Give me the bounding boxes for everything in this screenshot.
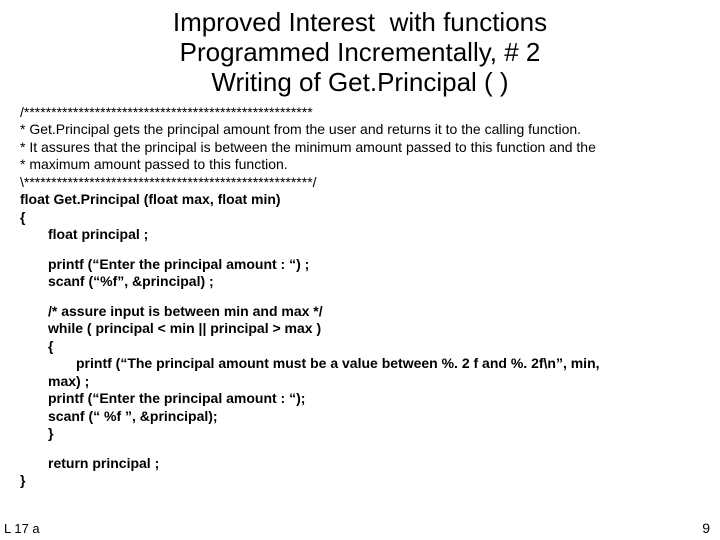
printf-prompt-2: printf (“Enter the principal amount : “)… xyxy=(20,390,700,408)
var-decl: float principal ; xyxy=(20,226,700,244)
printf-error-2: max) ; xyxy=(20,373,700,391)
printf-prompt-1: printf (“Enter the principal amount : “)… xyxy=(20,256,700,274)
brace-open: { xyxy=(20,209,700,227)
return-stmt: return principal ; xyxy=(20,455,700,473)
page-number: 9 xyxy=(702,520,710,536)
while-brace-close: } xyxy=(20,425,700,443)
slide: Improved Interest with functions Program… xyxy=(0,0,720,540)
comment-open: /***************************************… xyxy=(20,104,700,122)
comment-line-3: * maximum amount passed to this function… xyxy=(20,156,700,174)
slide-title: Improved Interest with functions Program… xyxy=(0,0,720,98)
blank-line xyxy=(20,291,700,303)
printf-error-1: printf (“The principal amount must be a … xyxy=(20,355,700,373)
while-header: while ( principal < min || principal > m… xyxy=(20,320,700,338)
title-line-2: Programmed Incrementally, # 2 xyxy=(0,38,720,68)
range-comment: /* assure input is between min and max *… xyxy=(20,303,700,321)
scanf-2: scanf (“ %f ”, &principal); xyxy=(20,408,700,426)
func-signature: float Get.Principal (float max, float mi… xyxy=(20,191,700,209)
blank-line xyxy=(20,244,700,256)
title-line-1: Improved Interest with functions xyxy=(0,8,720,38)
blank-line xyxy=(20,443,700,455)
comment-line-2: * It assures that the principal is betwe… xyxy=(20,139,700,157)
comment-close: \***************************************… xyxy=(20,174,700,192)
footer-left: L 17 a xyxy=(4,521,40,536)
comment-line-1: * Get.Principal gets the principal amoun… xyxy=(20,121,700,139)
scanf-1: scanf (“%f”, &principal) ; xyxy=(20,273,700,291)
title-line-3: Writing of Get.Principal ( ) xyxy=(0,68,720,98)
brace-close: } xyxy=(20,472,700,490)
while-brace-open: { xyxy=(20,338,700,356)
slide-body: /***************************************… xyxy=(0,98,720,490)
